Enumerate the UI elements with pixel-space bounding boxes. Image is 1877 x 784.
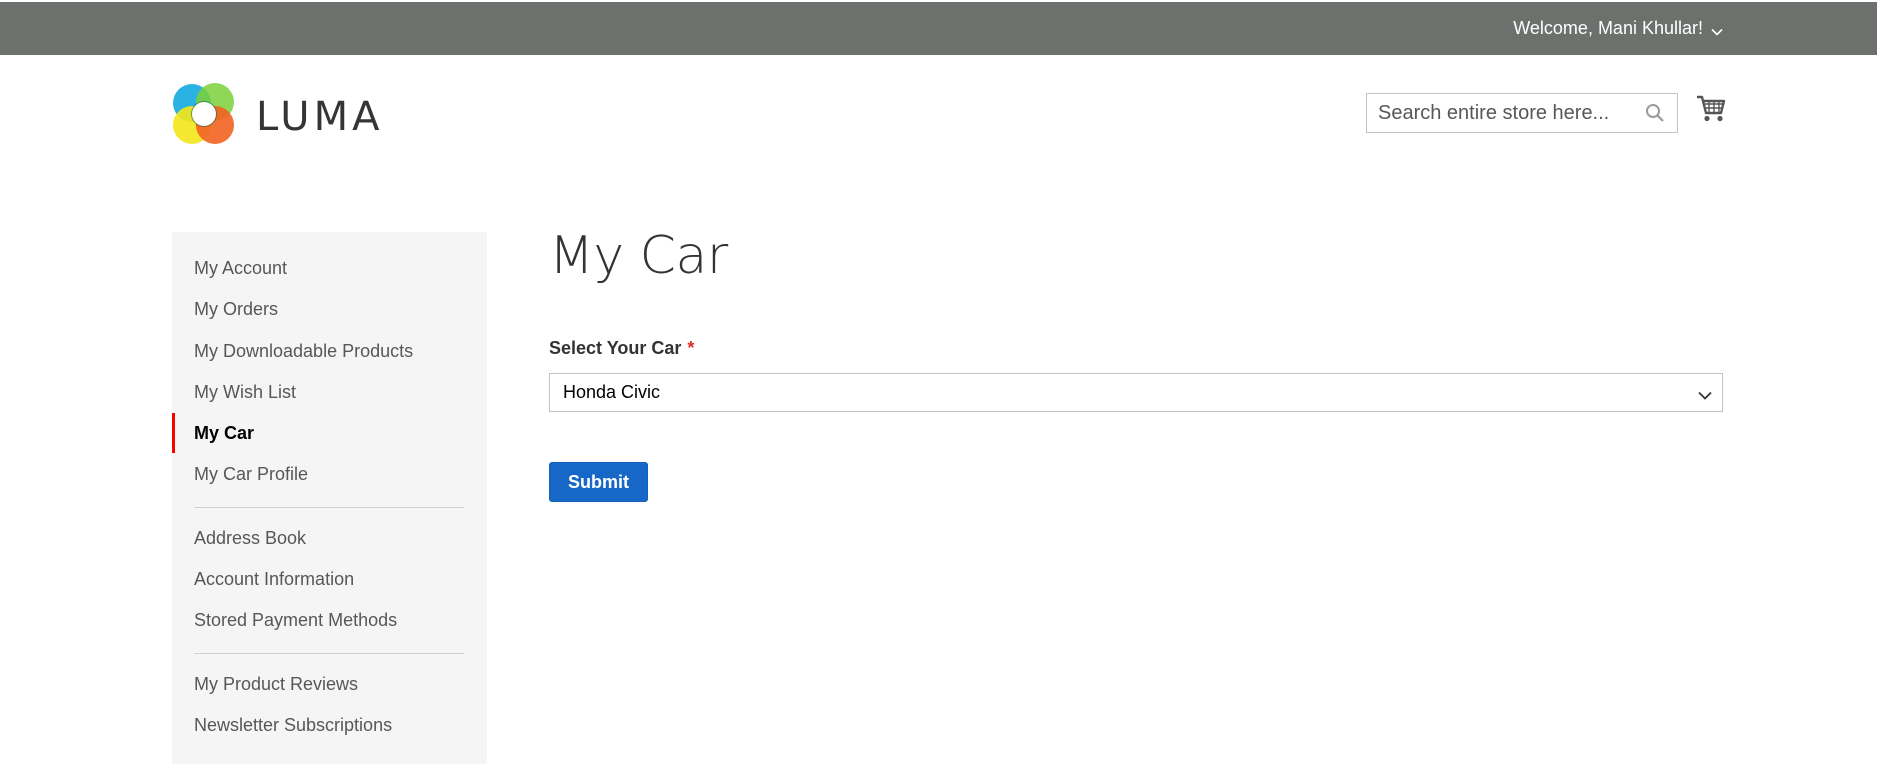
sidebar-item-my-account[interactable]: My Account	[172, 248, 487, 288]
cart-icon[interactable]	[1696, 95, 1726, 128]
account-nav: My Account My Orders My Downloadable Pro…	[172, 232, 487, 764]
car-select-value: Honda Civic	[563, 382, 661, 402]
car-select[interactable]: Honda Civic	[549, 373, 1723, 412]
submit-button[interactable]: Submit	[549, 462, 648, 502]
sidebar-item-address-book[interactable]: Address Book	[172, 518, 487, 558]
chevron-down-icon	[1711, 5, 1723, 56]
sidebar-item-product-reviews[interactable]: My Product Reviews	[172, 664, 487, 704]
sidebar-item-wish-list[interactable]: My Wish List	[172, 372, 487, 412]
page-title: My Car	[549, 226, 728, 286]
search-input[interactable]	[1367, 94, 1637, 132]
store-logo[interactable]: LUMA	[172, 82, 383, 151]
sidebar-item-newsletter-subscriptions[interactable]: Newsletter Subscriptions	[172, 705, 487, 745]
customer-menu-toggle[interactable]: Welcome, Mani Khullar!	[1513, 2, 1723, 55]
sidebar-item-downloadable-products[interactable]: My Downloadable Products	[172, 331, 487, 371]
field-label-text: Select Your Car	[549, 338, 682, 358]
sidebar-item-my-car-profile[interactable]: My Car Profile	[172, 454, 487, 494]
search-icon[interactable]	[1645, 103, 1665, 128]
top-bar: Welcome, Mani Khullar!	[0, 2, 1877, 55]
search-box	[1366, 93, 1678, 133]
sidebar-divider	[194, 653, 464, 654]
sidebar-divider	[194, 507, 464, 508]
logo-text: LUMA	[256, 93, 384, 140]
welcome-text: Welcome, Mani Khullar!	[1513, 18, 1703, 38]
sidebar-item-my-car[interactable]: My Car	[172, 413, 487, 453]
sidebar-item-my-orders[interactable]: My Orders	[172, 289, 487, 329]
required-mark: *	[687, 338, 695, 358]
select-car-label: Select Your Car *	[549, 338, 694, 359]
chevron-down-icon	[1698, 387, 1712, 405]
sidebar-item-account-information[interactable]: Account Information	[172, 559, 487, 599]
sidebar-item-stored-payment-methods[interactable]: Stored Payment Methods	[172, 600, 487, 640]
luma-logo-icon	[172, 82, 236, 151]
